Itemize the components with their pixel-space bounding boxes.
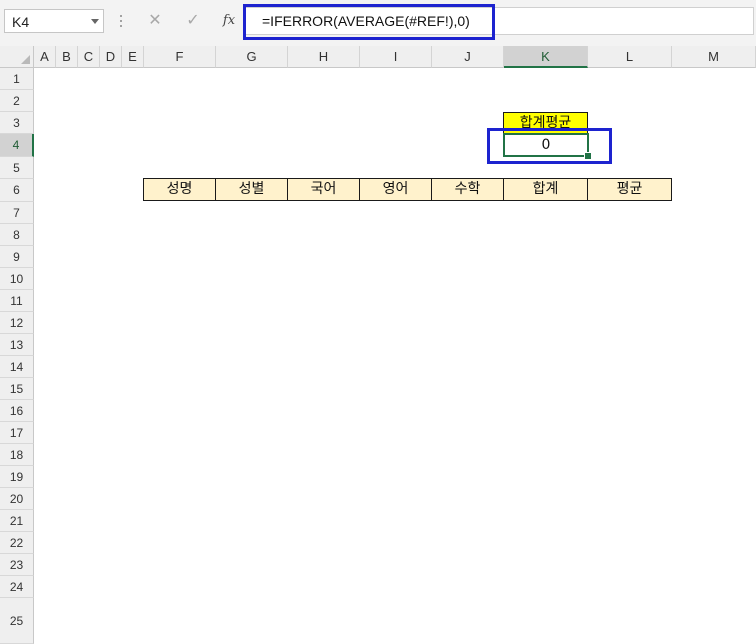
row-header-24[interactable]: 24	[0, 576, 34, 598]
column-header-f[interactable]: F	[144, 46, 216, 68]
formula-input[interactable]: =IFERROR(AVERAGE(#REF!),0)	[244, 7, 754, 35]
close-icon[interactable]: ✕	[142, 9, 168, 33]
row-header-12[interactable]: 12	[0, 312, 34, 334]
row-header-8[interactable]: 8	[0, 224, 34, 246]
insert-function-button[interactable]: fx	[216, 9, 242, 33]
column-header-h[interactable]: H	[288, 46, 360, 68]
column-header-j[interactable]: J	[432, 46, 504, 68]
column-header-k[interactable]: K	[504, 46, 588, 68]
row-header-20[interactable]: 20	[0, 488, 34, 510]
name-box-dropdown-icon[interactable]	[91, 19, 99, 24]
row-header-10[interactable]: 10	[0, 268, 34, 290]
row-header-25[interactable]: 25	[0, 598, 34, 644]
row-header-23[interactable]: 23	[0, 554, 34, 576]
row-header-7[interactable]: 7	[0, 202, 34, 224]
row-header-5[interactable]: 5	[0, 157, 34, 179]
row-header-3[interactable]: 3	[0, 112, 34, 134]
formula-toolbar: K4 ✕ ✓ fx =IFERROR(AVERAGE(#REF!),0)	[0, 0, 756, 46]
row-header-16[interactable]: 16	[0, 400, 34, 422]
row-header-1[interactable]: 1	[0, 68, 34, 90]
column-header-g[interactable]: G	[216, 46, 288, 68]
formula-text: =IFERROR(AVERAGE(#REF!),0)	[262, 13, 470, 29]
column-header-l[interactable]: L	[588, 46, 672, 68]
column-header-d[interactable]: D	[100, 46, 122, 68]
check-icon[interactable]: ✓	[180, 9, 206, 33]
drag-handle-icon[interactable]	[119, 15, 123, 29]
header-cell-h[interactable]: 국어	[287, 178, 360, 201]
row-header-2[interactable]: 2	[0, 90, 34, 112]
header-cell-l[interactable]: 평균	[587, 178, 672, 201]
fill-handle[interactable]	[584, 152, 592, 160]
row-header-4[interactable]: 4	[0, 134, 34, 157]
header-cell-k[interactable]: 합계	[503, 178, 588, 201]
row-header-19[interactable]: 19	[0, 466, 34, 488]
header-cell-g[interactable]: 성별	[215, 178, 288, 201]
cell-k3-label[interactable]: 합계평균	[503, 112, 588, 134]
column-header-e[interactable]: E	[122, 46, 144, 68]
cell-k4-selected[interactable]: 0	[503, 133, 589, 157]
header-cell-i[interactable]: 영어	[359, 178, 432, 201]
row-header-22[interactable]: 22	[0, 532, 34, 554]
row-header-15[interactable]: 15	[0, 378, 34, 400]
name-box[interactable]: K4	[4, 9, 104, 33]
column-header-m[interactable]: M	[672, 46, 756, 68]
column-header-c[interactable]: C	[78, 46, 100, 68]
name-box-value: K4	[12, 14, 30, 30]
row-header-6[interactable]: 6	[0, 179, 34, 202]
select-all-button[interactable]	[0, 46, 34, 68]
row-header-11[interactable]: 11	[0, 290, 34, 312]
select-all-icon	[21, 55, 30, 64]
column-header-a[interactable]: A	[34, 46, 56, 68]
row-header-14[interactable]: 14	[0, 356, 34, 378]
row-header-18[interactable]: 18	[0, 444, 34, 466]
spreadsheet-grid[interactable]: ABCDEFGHIJKLM 1 2 3 4 5 6 7 8 9 10 11 12 13 14 15 16 17 1…	[0, 46, 756, 644]
row-header-13[interactable]: 13	[0, 334, 34, 356]
header-cell-j[interactable]: 수학	[431, 178, 504, 201]
formula-buttons: ✕ ✓ fx	[138, 9, 244, 33]
row-header-17[interactable]: 17	[0, 422, 34, 444]
row-header-9[interactable]: 9	[0, 246, 34, 268]
column-header-b[interactable]: B	[56, 46, 78, 68]
header-cell-f[interactable]: 성명	[143, 178, 216, 201]
column-header-i[interactable]: I	[360, 46, 432, 68]
row-header-21[interactable]: 21	[0, 510, 34, 532]
